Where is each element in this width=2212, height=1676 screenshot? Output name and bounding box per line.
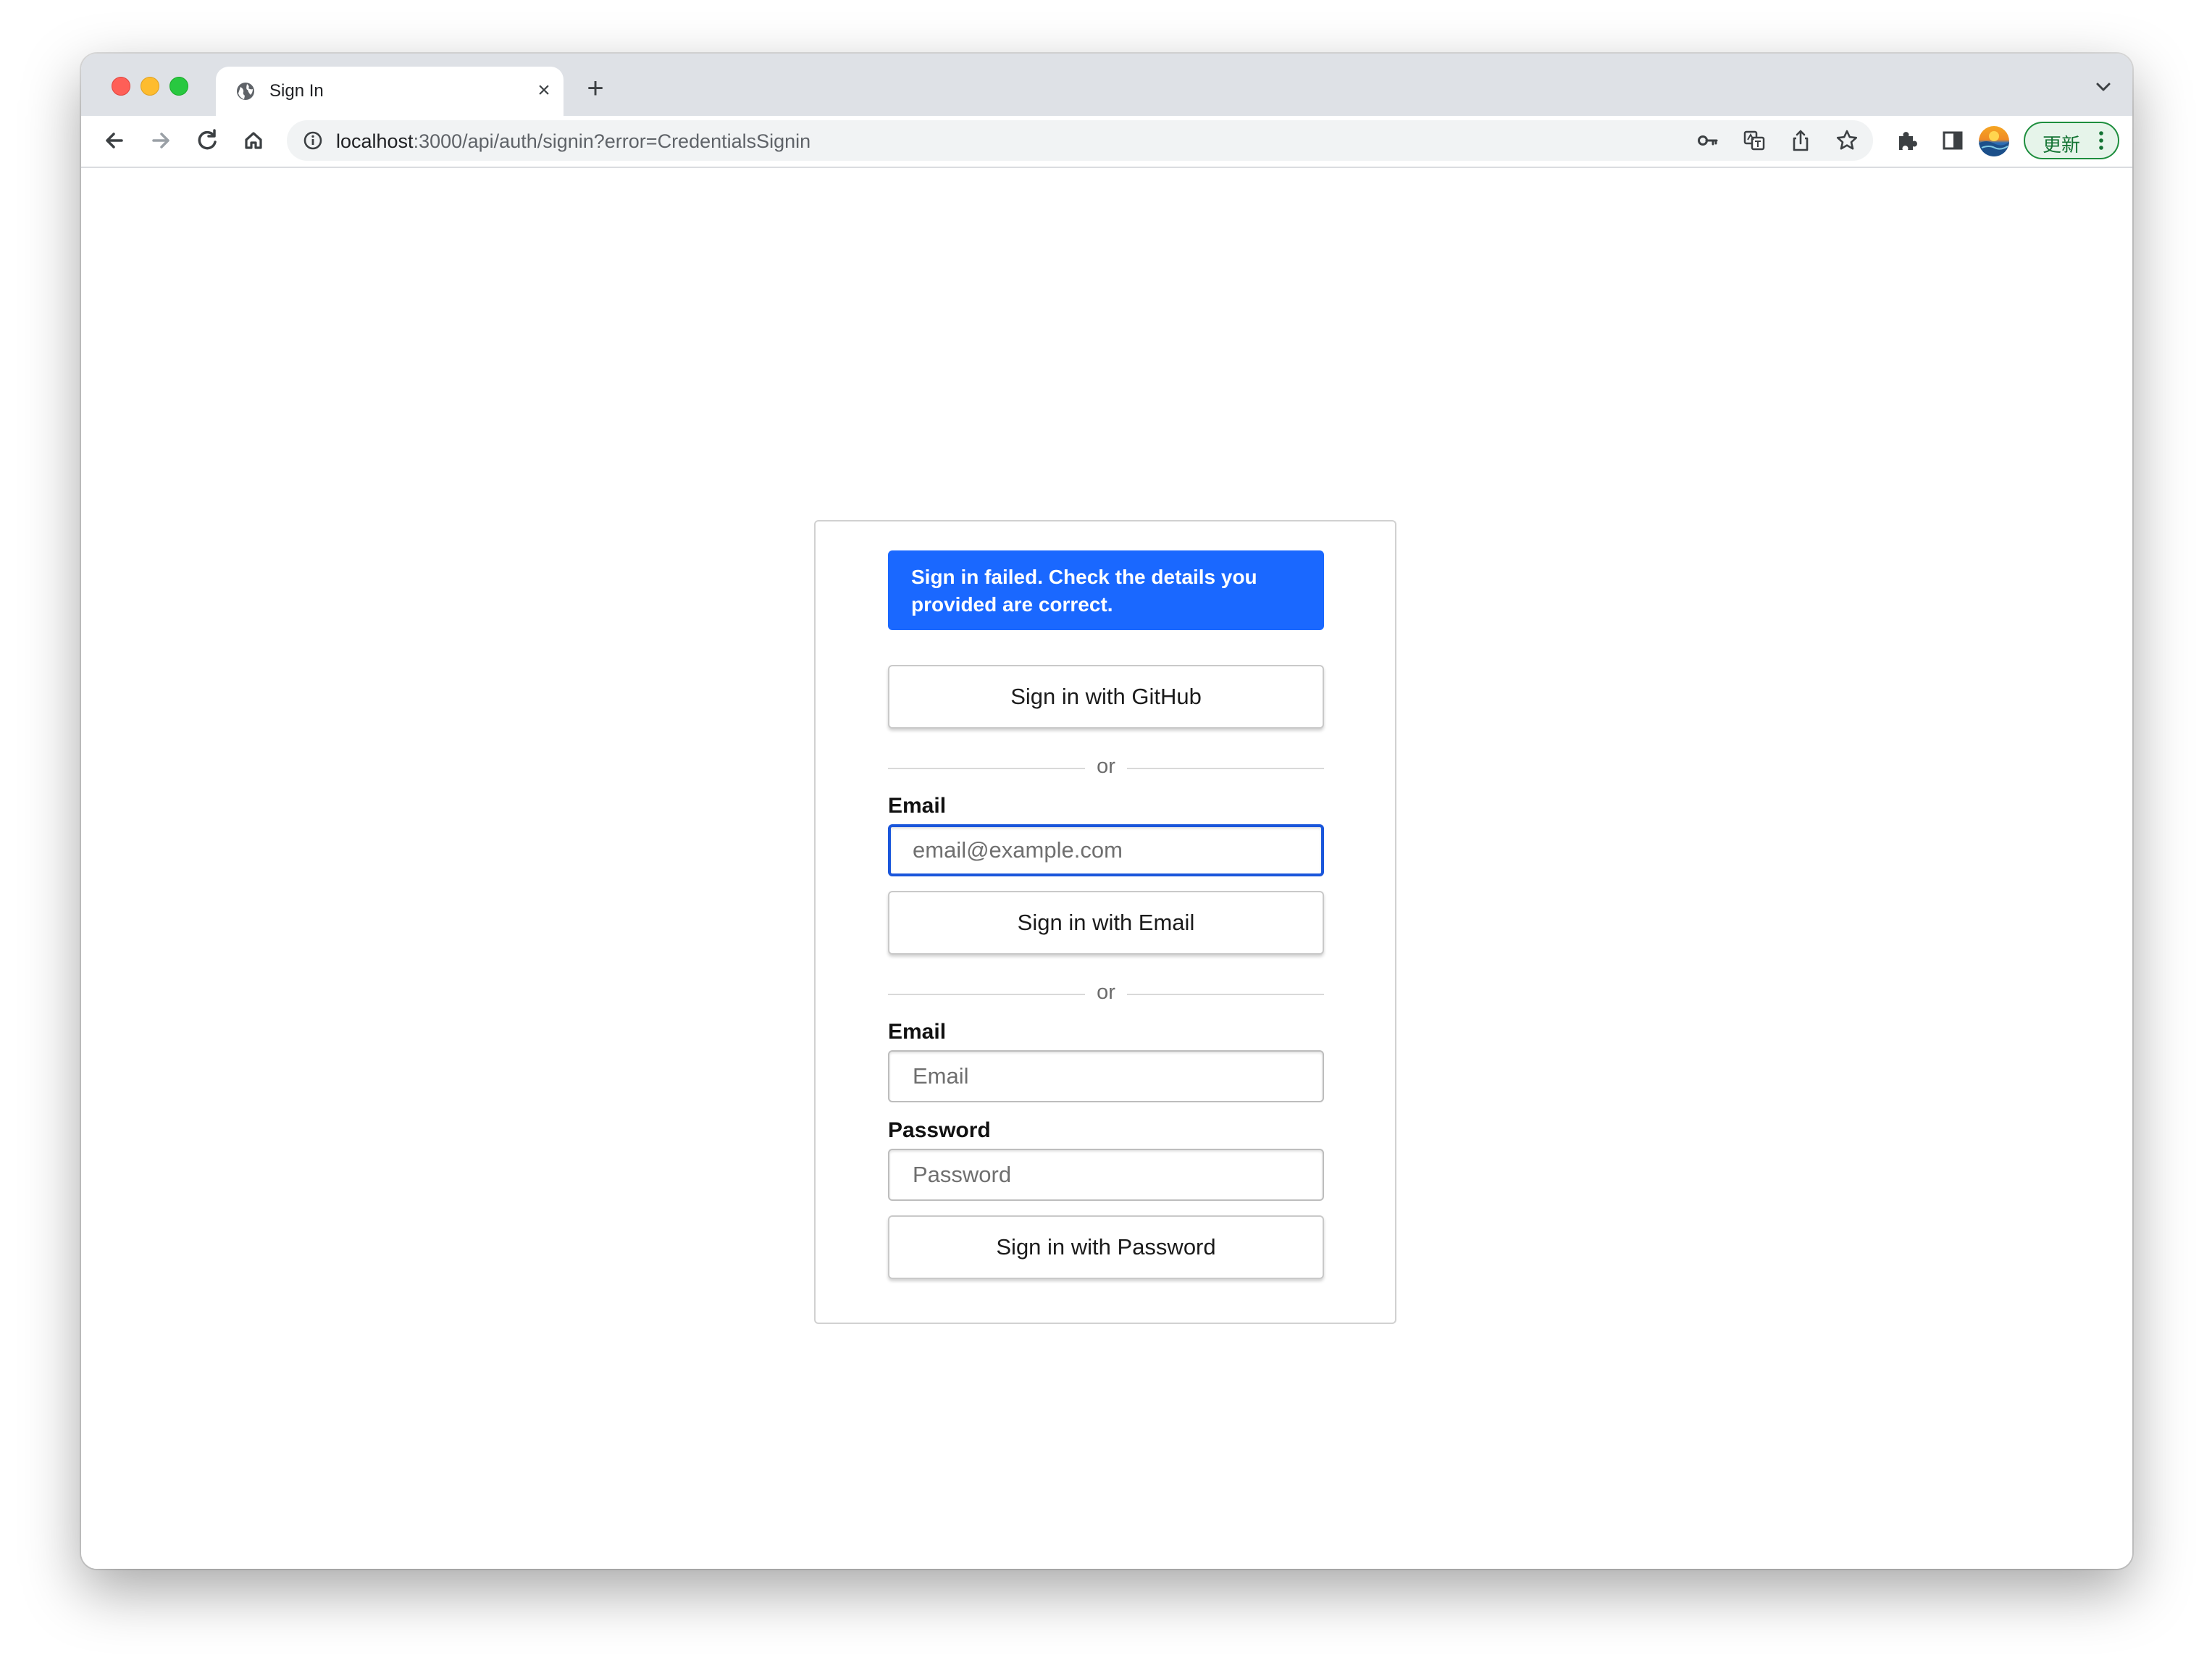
url-path: :3000/api/auth/signin?error=CredentialsS…: [413, 130, 811, 152]
chevron-down-icon[interactable]: [2089, 72, 2118, 101]
tab-sign-in[interactable]: Sign In ×: [216, 67, 564, 116]
minimize-window-button[interactable]: [141, 77, 159, 96]
globe-icon: [235, 80, 256, 102]
password-field[interactable]: Password: [888, 1149, 1324, 1201]
star-icon[interactable]: [1834, 127, 1860, 154]
tab-strip: Sign In × +: [81, 54, 2132, 116]
update-label: 更新: [2043, 134, 2081, 156]
share-icon[interactable]: [1788, 127, 1814, 154]
page-content: Sign in failed. Check the details you pr…: [81, 168, 2132, 1569]
back-icon[interactable]: [97, 123, 132, 158]
translate-icon[interactable]: [1741, 127, 1767, 154]
browser-toolbar: localhost:3000/api/auth/signin?error=Cre…: [81, 116, 2132, 168]
update-button[interactable]: 更新: [2024, 122, 2119, 159]
divider-line: [1127, 768, 1324, 769]
signin-card: Sign in failed. Check the details you pr…: [814, 520, 1396, 1324]
maximize-window-button[interactable]: [169, 77, 188, 96]
more-icon[interactable]: [2098, 129, 2105, 152]
divider: or: [888, 979, 1324, 1008]
sign-in-password-button[interactable]: Sign in with Password: [888, 1215, 1324, 1279]
divider-line: [1127, 994, 1324, 995]
extensions-icon[interactable]: [1892, 126, 1921, 155]
reload-icon[interactable]: [190, 123, 225, 158]
divider: or: [888, 753, 1324, 782]
divider-line: [888, 994, 1085, 995]
info-icon[interactable]: [303, 130, 323, 151]
forward-icon[interactable]: [143, 123, 178, 158]
tab-close-icon[interactable]: ×: [532, 78, 556, 103]
sign-in-github-button[interactable]: Sign in with GitHub: [888, 665, 1324, 729]
credentials-email-placeholder: Email: [913, 1063, 969, 1089]
address-bar[interactable]: localhost:3000/api/auth/signin?error=Cre…: [287, 120, 1873, 161]
password-placeholder: Password: [913, 1162, 1012, 1187]
divider-line: [888, 768, 1085, 769]
url-text[interactable]: localhost:3000/api/auth/signin?error=Cre…: [336, 130, 810, 153]
password-label: Password: [888, 1118, 991, 1142]
close-window-button[interactable]: [112, 77, 130, 96]
credentials-email-field[interactable]: Email: [888, 1050, 1324, 1102]
tab-title: Sign In: [269, 81, 324, 101]
home-icon[interactable]: [236, 123, 271, 158]
email-label: Email: [888, 794, 947, 818]
credentials-email-label: Email: [888, 1020, 947, 1044]
divider-text: or: [1097, 755, 1115, 778]
email-field[interactable]: email@example.com: [888, 824, 1324, 876]
url-host: localhost: [336, 130, 414, 152]
avatar[interactable]: [1979, 126, 2009, 156]
side-panel-icon[interactable]: [1938, 126, 1967, 155]
sign-in-email-button[interactable]: Sign in with Email: [888, 891, 1324, 955]
email-placeholder: email@example.com: [913, 837, 1123, 863]
new-tab-button[interactable]: +: [579, 72, 611, 104]
divider-text: or: [1097, 981, 1115, 1004]
error-banner: Sign in failed. Check the details you pr…: [888, 550, 1324, 630]
browser-window: Sign In × + localhost:3000/api/auth/sign…: [81, 54, 2132, 1569]
key-icon[interactable]: [1695, 127, 1721, 154]
